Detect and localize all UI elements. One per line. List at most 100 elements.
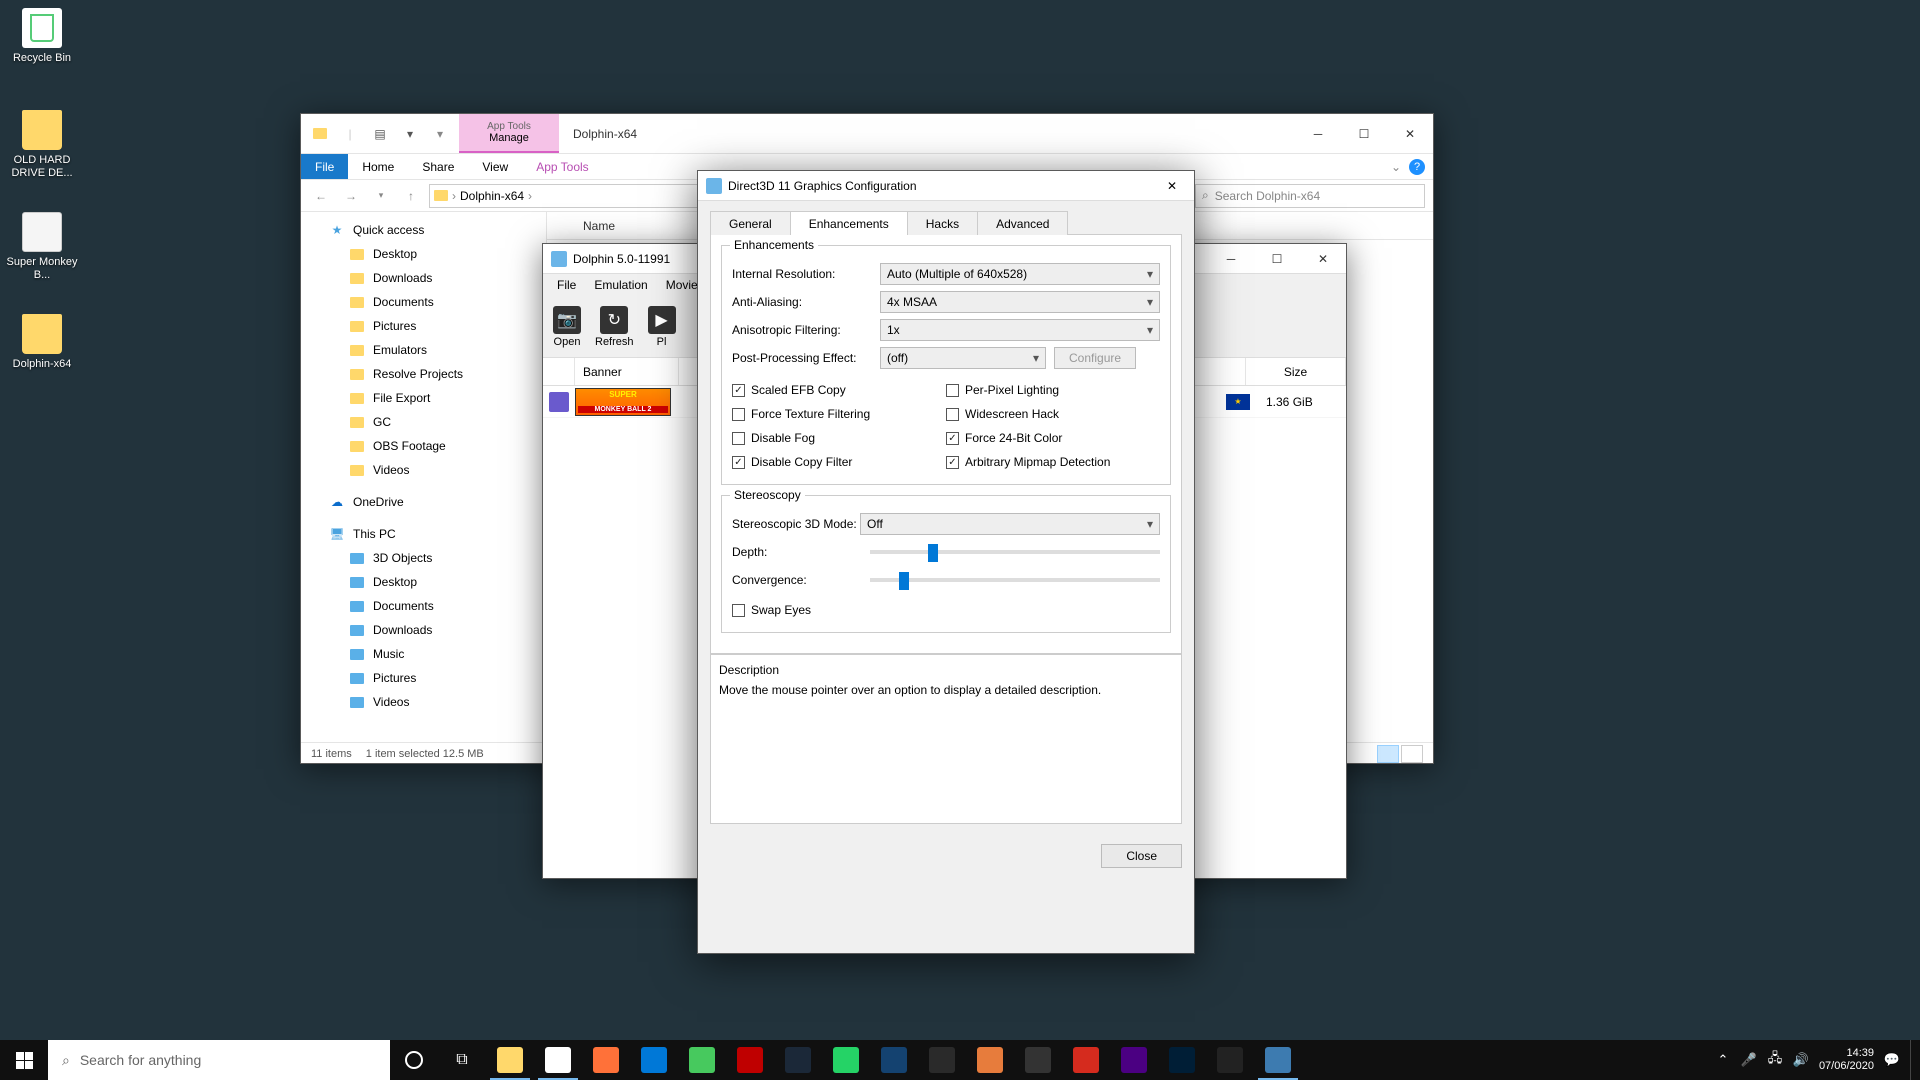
tab-enhancements[interactable]: Enhancements — [790, 211, 908, 235]
taskbar-app-davinci[interactable] — [918, 1040, 966, 1080]
checkbox-per-pixel-lighting[interactable]: Per-Pixel Lighting — [946, 378, 1160, 402]
ribbon-context-tab[interactable]: App Tools Manage — [459, 114, 559, 153]
breadcrumb-chevron[interactable]: › — [452, 189, 456, 203]
view-details-button[interactable] — [1377, 745, 1399, 763]
qat-properties[interactable]: ▤ — [369, 123, 391, 145]
taskbar-search[interactable]: ⌕ Search for anything — [48, 1040, 390, 1080]
nav-item-documents[interactable]: Documents — [301, 290, 546, 314]
minimize-button[interactable]: ─ — [1295, 114, 1341, 153]
search-input[interactable]: ⌕ Search Dolphin-x64 — [1195, 184, 1425, 208]
checkbox-disable-fog[interactable]: Disable Fog — [732, 426, 946, 450]
nav-item-desktop[interactable]: Desktop — [301, 242, 546, 266]
nav-item-desktop[interactable]: Desktop — [301, 570, 546, 594]
qat-new[interactable]: ▾ — [399, 123, 421, 145]
ribbon-tab-apptools[interactable]: App Tools — [522, 154, 602, 179]
col-banner[interactable]: Banner — [575, 358, 679, 385]
start-button[interactable] — [0, 1040, 48, 1080]
checkbox-force-texture-filtering[interactable]: Force Texture Filtering — [732, 402, 946, 426]
ribbon-expand-icon[interactable]: ⌄ — [1391, 160, 1401, 174]
nav-item-gc[interactable]: GC — [301, 410, 546, 434]
show-desktop-button[interactable] — [1910, 1040, 1916, 1080]
toolbar-refresh-button[interactable]: ↻Refresh — [595, 306, 634, 348]
desktop-icon-old-hard-drive-de-[interactable]: OLD HARD DRIVE DE... — [4, 110, 80, 180]
nav-item-emulators[interactable]: Emulators — [301, 338, 546, 362]
taskbar-app-photoshop[interactable] — [1158, 1040, 1206, 1080]
tray-network-icon[interactable]: 🖧 — [1767, 1052, 1783, 1068]
nav-item-3d-objects[interactable]: 3D Objects — [301, 546, 546, 570]
checkbox-widescreen-hack[interactable]: Widescreen Hack — [946, 402, 1160, 426]
nav-item-downloads[interactable]: Downloads — [301, 618, 546, 642]
stereo-mode-select[interactable]: Off — [860, 513, 1160, 535]
qat-overflow[interactable]: ▾ — [429, 123, 451, 145]
nav-item-videos[interactable]: Videos — [301, 690, 546, 714]
taskbar-app-whatsapp[interactable] — [822, 1040, 870, 1080]
taskbar-app-firefox[interactable] — [582, 1040, 630, 1080]
nav-onedrive[interactable]: ☁OneDrive — [301, 490, 546, 514]
taskbar-app-vscode[interactable] — [630, 1040, 678, 1080]
maximize-button[interactable]: ☐ — [1254, 252, 1300, 266]
nav-item-resolve-projects[interactable]: Resolve Projects — [301, 362, 546, 386]
breadcrumb-segment[interactable]: Dolphin-x64 — [460, 189, 524, 203]
tab-advanced[interactable]: Advanced — [977, 211, 1068, 235]
breadcrumb-chevron[interactable]: › — [528, 189, 532, 203]
checkbox-arbitrary-mipmap-detection[interactable]: Arbitrary Mipmap Detection — [946, 450, 1160, 474]
close-button[interactable]: ✕ — [1150, 171, 1194, 200]
taskbar-app-media-player[interactable] — [870, 1040, 918, 1080]
view-large-button[interactable] — [1401, 745, 1423, 763]
tab-general[interactable]: General — [710, 211, 791, 235]
nav-item-pictures[interactable]: Pictures — [301, 314, 546, 338]
maximize-button[interactable]: ☐ — [1341, 114, 1387, 153]
swap-eyes-checkbox[interactable]: Swap Eyes — [732, 598, 1160, 622]
toolbar-pl-button[interactable]: ▶Pl — [648, 306, 676, 348]
notifications-icon[interactable]: 💬 — [1884, 1052, 1900, 1068]
nav-up-button[interactable]: ↑ — [399, 184, 423, 208]
taskbar-app-steam[interactable] — [774, 1040, 822, 1080]
cortana-button[interactable] — [390, 1040, 438, 1080]
nav-quick-access[interactable]: ★Quick access — [301, 218, 546, 242]
ribbon-tab-file[interactable]: File — [301, 154, 348, 179]
taskbar-app-clock-app[interactable] — [1014, 1040, 1062, 1080]
tray-chevron-icon[interactable]: ⌃ — [1715, 1052, 1731, 1068]
tray-mic-icon[interactable]: 🎤 — [1741, 1052, 1757, 1068]
taskbar-app-orange-app[interactable] — [966, 1040, 1014, 1080]
nav-forward-button[interactable]: → — [339, 184, 363, 208]
menu-emulation[interactable]: Emulation — [586, 276, 655, 294]
nav-item-pictures[interactable]: Pictures — [301, 666, 546, 690]
tab-hacks[interactable]: Hacks — [907, 211, 978, 235]
postprocess-select[interactable]: (off) — [880, 347, 1046, 369]
convergence-slider[interactable] — [870, 578, 1160, 582]
close-button[interactable]: ✕ — [1387, 114, 1433, 153]
ribbon-tab-share[interactable]: Share — [408, 154, 468, 179]
nav-item-downloads[interactable]: Downloads — [301, 266, 546, 290]
minimize-button[interactable]: ─ — [1208, 252, 1254, 266]
desktop-icon-recycle-bin[interactable]: Recycle Bin — [4, 8, 80, 65]
toolbar-open-button[interactable]: 📷Open — [553, 306, 581, 348]
checkbox-scaled-efb-copy[interactable]: Scaled EFB Copy — [732, 378, 946, 402]
ribbon-tab-view[interactable]: View — [468, 154, 522, 179]
taskbar-app-chrome[interactable] — [534, 1040, 582, 1080]
close-button[interactable]: Close — [1101, 844, 1182, 868]
nav-item-videos[interactable]: Videos — [301, 458, 546, 482]
slider-thumb[interactable] — [928, 544, 938, 562]
taskbar-app-dolphin[interactable] — [1254, 1040, 1302, 1080]
nav-history-button[interactable]: ▾ — [369, 184, 393, 208]
nav-item-file-export[interactable]: File Export — [301, 386, 546, 410]
checkbox-disable-copy-filter[interactable]: Disable Copy Filter — [732, 450, 946, 474]
taskbar-app-task-view[interactable]: ⧉ — [438, 1040, 486, 1080]
anisotropic-select[interactable]: 1x — [880, 319, 1160, 341]
close-button[interactable]: ✕ — [1300, 252, 1346, 266]
taskbar-clock[interactable]: 14:39 07/06/2020 — [1819, 1047, 1874, 1073]
antialiasing-select[interactable]: 4x MSAA — [880, 291, 1160, 313]
internal-resolution-select[interactable]: Auto (Multiple of 640x528) — [880, 263, 1160, 285]
taskbar-app-explorer[interactable] — [486, 1040, 534, 1080]
nav-item-music[interactable]: Music — [301, 642, 546, 666]
nav-item-obs-footage[interactable]: OBS Footage — [301, 434, 546, 458]
desktop-icon-super-monkey-b-[interactable]: Super Monkey B... — [4, 212, 80, 282]
col-size[interactable]: Size — [1246, 358, 1346, 385]
ribbon-tab-home[interactable]: Home — [348, 154, 408, 179]
taskbar-app-green-app[interactable] — [678, 1040, 726, 1080]
depth-slider[interactable] — [870, 550, 1160, 554]
taskbar-app-white-app[interactable] — [1206, 1040, 1254, 1080]
slider-thumb[interactable] — [899, 572, 909, 590]
tray-volume-icon[interactable]: 🔊 — [1793, 1052, 1809, 1068]
